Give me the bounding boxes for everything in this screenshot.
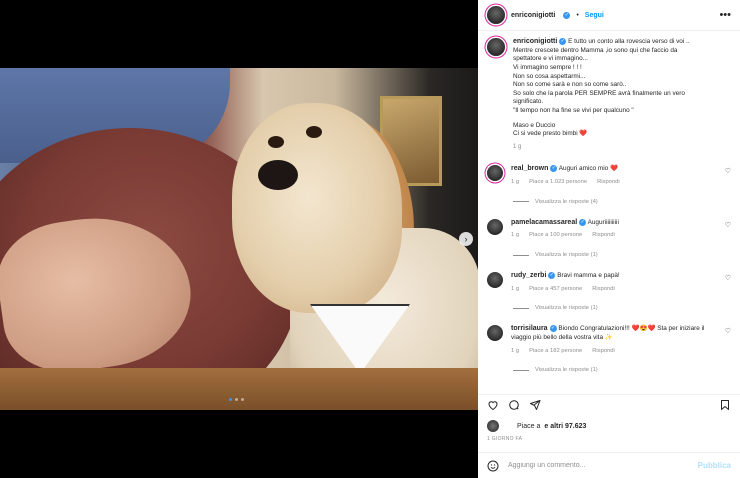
commenter-avatar[interactable] <box>487 272 503 289</box>
like-comment-icon[interactable]: ♡ <box>725 167 731 175</box>
share-icon[interactable] <box>529 399 541 411</box>
commenter-avatar[interactable] <box>487 165 503 182</box>
likes-others[interactable]: e altri 97.623 <box>544 423 586 430</box>
comment-time: 1 g <box>511 232 520 239</box>
likes-prefix: Piace a <box>517 422 541 430</box>
view-replies-label[interactable]: Visualizza le risposte (4) <box>535 199 598 205</box>
caption-line: Vi immagino sempre ! ! ! <box>513 63 582 71</box>
post-actions <box>478 394 740 414</box>
verified-icon: ✓ <box>563 11 571 19</box>
comment-icon[interactable] <box>508 399 520 411</box>
verified-icon: ✓ <box>548 272 556 280</box>
follow-button[interactable]: Segui <box>585 12 604 19</box>
comment-likes[interactable]: Piace a 100 persone <box>529 231 582 240</box>
view-replies-label[interactable]: Visualizza le risposte (1) <box>535 367 598 373</box>
post-media: › <box>0 0 478 478</box>
comment-item: pamelacamassareal ✓ Auguriiiiiiiiii 1 g P… <box>487 218 731 240</box>
author-avatar[interactable] <box>487 38 505 56</box>
divider <box>513 307 529 309</box>
carousel-dot <box>235 398 238 401</box>
caption-line: Non so come sarà e non so come sarò.. <box>513 81 627 89</box>
commenter-avatar[interactable] <box>487 325 503 342</box>
comment-item: rudy_zerbi ✓ Bravi mamma e papà! 1 g Piac… <box>487 272 731 293</box>
photo-region <box>268 136 284 148</box>
caption-line: "Il tempo non ha fine se vivi per qualcu… <box>513 106 634 114</box>
commenter-username[interactable]: pamelacamassareal <box>511 219 577 226</box>
caption-line: Non so cosa aspettarmi... <box>513 72 586 80</box>
caption-line: So solo che la parola PER SEMPRE avrà fi… <box>513 89 685 97</box>
commenter-username[interactable]: torrisilaura <box>511 326 548 333</box>
commenter-username[interactable]: rudy_zerbi <box>511 272 546 279</box>
verified-icon: ✓ <box>579 218 587 226</box>
like-comment-icon[interactable]: ♡ <box>725 327 731 335</box>
caption-line: Mentre crescete dentro Mamma ,io sono qu… <box>513 46 678 54</box>
reply-button[interactable]: Rispondi <box>592 231 615 240</box>
caption-line: E tutto un conto alla rovescia verso di … <box>568 38 690 46</box>
like-comment-icon[interactable]: ♡ <box>725 221 731 229</box>
carousel-indicator <box>229 398 244 401</box>
divider <box>513 254 529 256</box>
comment-text: Bravi mamma e papà! <box>557 272 620 280</box>
caption-line: spettatore e vi immagino... <box>513 55 588 63</box>
comment-time: 1 g <box>511 347 520 354</box>
divider <box>513 369 529 371</box>
emoji-icon[interactable] <box>487 460 499 472</box>
comment-item: real_brown ✓ Auguri amico mio ❤️ 1 g Piac… <box>487 165 731 186</box>
comment-text: Auguriiiiiiiiii <box>587 218 619 226</box>
photo-region <box>0 368 478 410</box>
caption-line: Maso e Duccio <box>513 121 556 129</box>
comment-likes[interactable]: Piace a 457 persone <box>529 285 582 294</box>
reply-button[interactable]: Rispondi <box>592 285 615 294</box>
caption-line: Ci si vede presto bimbi ❤️ <box>513 130 588 138</box>
verified-icon: ✓ <box>550 165 558 173</box>
publish-button[interactable]: Pubblica <box>698 461 731 470</box>
likes-summary[interactable]: Piace a e altri 97.623 <box>487 420 586 432</box>
comment-time: 1 g <box>511 285 520 292</box>
comment-time: 1 g <box>511 179 520 186</box>
like-comment-icon[interactable]: ♡ <box>725 274 731 282</box>
author-avatar[interactable] <box>487 6 505 24</box>
view-replies[interactable]: Visualizza le risposte (1) <box>513 305 731 311</box>
carousel-dot <box>229 398 232 401</box>
reply-button[interactable]: Rispondi <box>597 178 620 187</box>
comment-input[interactable] <box>508 462 689 469</box>
post-caption: enriconigiotti ✓ E tutto un conto alla ro… <box>487 38 731 151</box>
caption-line: significato. <box>513 98 544 106</box>
view-replies-label[interactable]: Visualizza le risposte (1) <box>535 305 598 311</box>
post-photo[interactable] <box>0 68 478 410</box>
photo-region <box>258 160 298 190</box>
view-replies-label[interactable]: Visualizza le risposte (1) <box>535 252 598 258</box>
view-replies[interactable]: Visualizza le risposte (1) <box>513 367 731 373</box>
comment-item: torrisilaura ✓ Biondo Congratulazioni!!! … <box>487 325 731 355</box>
verified-icon: ✓ <box>549 325 557 333</box>
comment-likes[interactable]: Piace a 182 persone <box>529 347 582 356</box>
verified-icon: ✓ <box>559 38 567 45</box>
liker-avatar <box>487 420 499 432</box>
divider <box>513 201 529 203</box>
add-comment-bar: Pubblica <box>478 452 740 478</box>
author-username[interactable]: enriconigiotti <box>511 12 555 19</box>
view-replies[interactable]: Visualizza le risposte (1) <box>513 252 731 258</box>
caption-author[interactable]: enriconigiotti <box>513 38 557 45</box>
reply-button[interactable]: Rispondi <box>592 347 615 356</box>
more-options-icon[interactable]: ••• <box>719 9 731 21</box>
post-panel: enriconigiotti ✓ • Segui ••• enriconigio… <box>478 0 740 478</box>
post-header: enriconigiotti ✓ • Segui ••• <box>478 0 740 31</box>
carousel-next-button[interactable]: › <box>459 232 473 246</box>
post-date: 1 GIORNO FA <box>487 436 523 442</box>
comment-likes[interactable]: Piace a 1.023 persone <box>529 178 587 187</box>
bookmark-icon[interactable] <box>719 399 731 411</box>
separator: • <box>576 11 579 19</box>
commenter-avatar[interactable] <box>487 218 503 235</box>
comment-text: Auguri amico mio ❤️ <box>558 165 618 173</box>
caption-time: 1 g <box>513 143 522 150</box>
caption-text: enriconigiotti ✓ E tutto un conto alla ro… <box>513 38 727 151</box>
heart-icon[interactable] <box>487 399 499 411</box>
view-replies[interactable]: Visualizza le risposte (4) <box>513 199 731 205</box>
carousel-dot <box>241 398 244 401</box>
comments-list[interactable]: enriconigiotti ✓ E tutto un conto alla ro… <box>478 32 740 386</box>
photo-region <box>306 126 322 138</box>
commenter-username[interactable]: real_brown <box>511 166 548 173</box>
